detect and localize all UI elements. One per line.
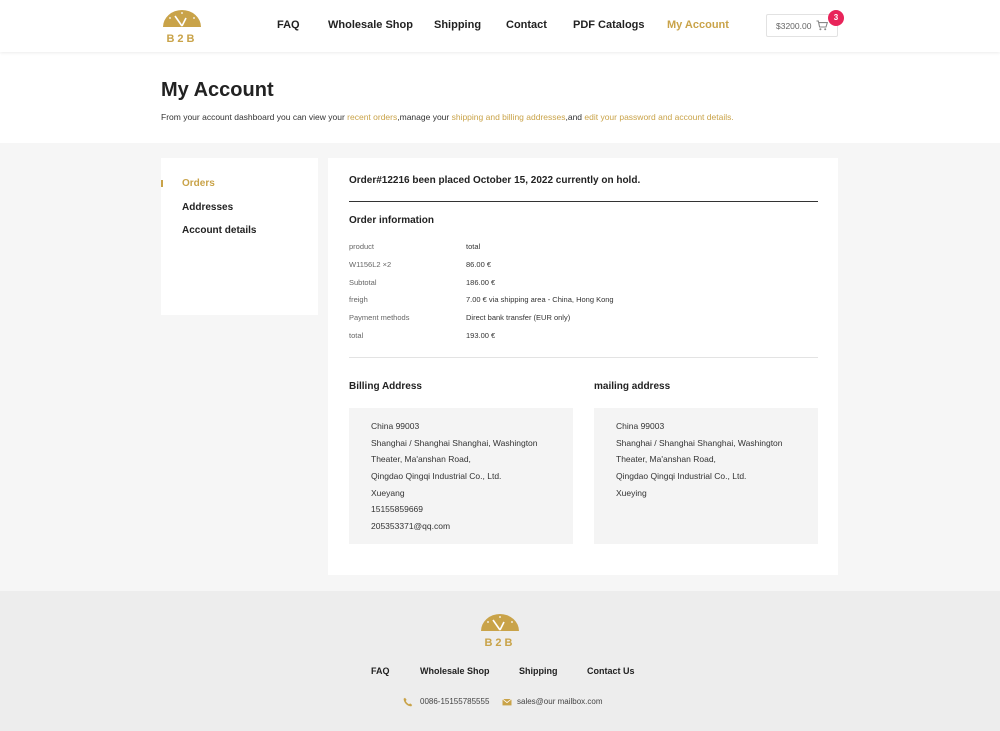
email-icon [502, 698, 512, 706]
row-label: Subtotal [349, 278, 377, 287]
footer-logo-text: B2B [484, 637, 515, 647]
mailing-address-title: mailing address [594, 381, 671, 392]
page-title-band: My Account From your account dashboard y… [0, 52, 1000, 143]
address-line: Xueyang [371, 488, 405, 498]
recent-orders-link[interactable]: recent orders [347, 112, 397, 122]
footer-nav-shipping[interactable]: Shipping [519, 666, 558, 676]
address-line: Shanghai / Shanghai Shanghai, Washington [371, 438, 538, 448]
order-info-row: W1156L2 ×2 86.00 € [349, 260, 818, 272]
footer-phone[interactable]: 0086-15155785555 [420, 697, 489, 706]
address-line: Shanghai / Shanghai Shanghai, Washington [616, 438, 783, 448]
nav-contact[interactable]: Contact [506, 19, 547, 31]
cart-total: $3200.00 [776, 21, 812, 31]
row-value: Direct bank transfer (EUR only) [466, 313, 571, 322]
address-line: 205353371@qq.com [371, 521, 451, 531]
account-details-link[interactable]: edit your password and account details. [584, 112, 733, 122]
row-label: W1156L2 ×2 [349, 260, 392, 269]
footer-b2b-logo[interactable]: B2B [479, 613, 521, 647]
nav-shipping[interactable]: Shipping [434, 19, 481, 31]
row-value: total [466, 242, 481, 251]
addresses-link[interactable]: shipping and billing addresses [452, 112, 566, 122]
cart-icon [816, 20, 828, 31]
intro-mid-1: ,manage your [397, 112, 452, 122]
nav-pdf-catalogs[interactable]: PDF Catalogs [573, 19, 645, 31]
row-label: Payment methods [349, 313, 410, 322]
billing-address-card: China 99003 Shanghai / Shanghai Shanghai… [349, 408, 573, 544]
account-intro-text: From your account dashboard you can view… [161, 112, 734, 122]
address-line: Theater, Ma'anshan Road, [371, 454, 471, 464]
row-value: 86.00 € [466, 260, 492, 269]
footer-email[interactable]: sales@our mailbox.com [517, 697, 602, 706]
phone-icon [403, 697, 413, 707]
row-value: 193.00 € [466, 331, 496, 340]
address-line: China 99003 [616, 421, 665, 431]
row-value: 7.00 € via shipping area - China, Hong K… [466, 295, 614, 304]
row-label: freigh [349, 295, 368, 304]
nav-faq[interactable]: FAQ [277, 19, 300, 31]
order-info-row: total 193.00 € [349, 331, 818, 343]
b2b-logo[interactable]: B2B [161, 9, 203, 43]
sidebar-item-orders[interactable]: Orders [182, 178, 215, 189]
divider [349, 201, 818, 202]
order-info-row: Subtotal 186.00 € [349, 278, 818, 290]
address-line: Qingdao Qingqi Industrial Co., Ltd. [616, 471, 747, 481]
mailing-address-card: China 99003 Shanghai / Shanghai Shanghai… [594, 408, 818, 544]
logo-text: B2B [166, 33, 197, 43]
intro-mid-2: ,and [565, 112, 585, 122]
address-line: Theater, Ma'anshan Road, [616, 454, 716, 464]
site-footer: B2B FAQ Wholesale Shop Shipping Contact … [0, 591, 1000, 731]
address-line: Xueying [616, 488, 647, 498]
footer-nav-faq[interactable]: FAQ [371, 666, 390, 676]
nav-wholesale-shop[interactable]: Wholesale Shop [328, 19, 413, 31]
account-sidebar: Orders Addresses Account details [161, 158, 318, 315]
page-title: My Account [161, 79, 274, 101]
sidebar-item-addresses[interactable]: Addresses [182, 202, 233, 213]
footer-nav-wholesale-shop[interactable]: Wholesale Shop [420, 666, 490, 676]
footer-nav-contact-us[interactable]: Contact Us [587, 666, 635, 676]
row-value: 186.00 € [466, 278, 496, 287]
intro-prefix: From your account dashboard you can view… [161, 112, 348, 122]
order-info-row: product total [349, 242, 818, 254]
address-line: China 99003 [371, 421, 420, 431]
cart-count-badge: 3 [828, 10, 844, 26]
nav-my-account[interactable]: My Account [667, 19, 729, 31]
site-header: B2B FAQ Wholesale Shop Shipping Contact … [0, 0, 1000, 52]
billing-address-title: Billing Address [349, 381, 422, 392]
row-label: total [349, 331, 364, 340]
order-info-row: freigh 7.00 € via shipping area - China,… [349, 295, 818, 307]
address-line: Qingdao Qingqi Industrial Co., Ltd. [371, 471, 502, 481]
order-info-row: Payment methods Direct bank transfer (EU… [349, 313, 818, 325]
order-detail-panel: Order#12216 been placed October 15, 2022… [328, 158, 838, 575]
row-label: product [349, 242, 375, 251]
order-info-title: Order information [349, 215, 435, 226]
order-status-heading: Order#12216 been placed October 15, 2022… [349, 175, 641, 186]
sidebar-item-account-details[interactable]: Account details [182, 225, 256, 236]
divider [349, 357, 818, 358]
active-item-marker [161, 180, 163, 187]
address-line: 15155859669 [371, 504, 424, 514]
